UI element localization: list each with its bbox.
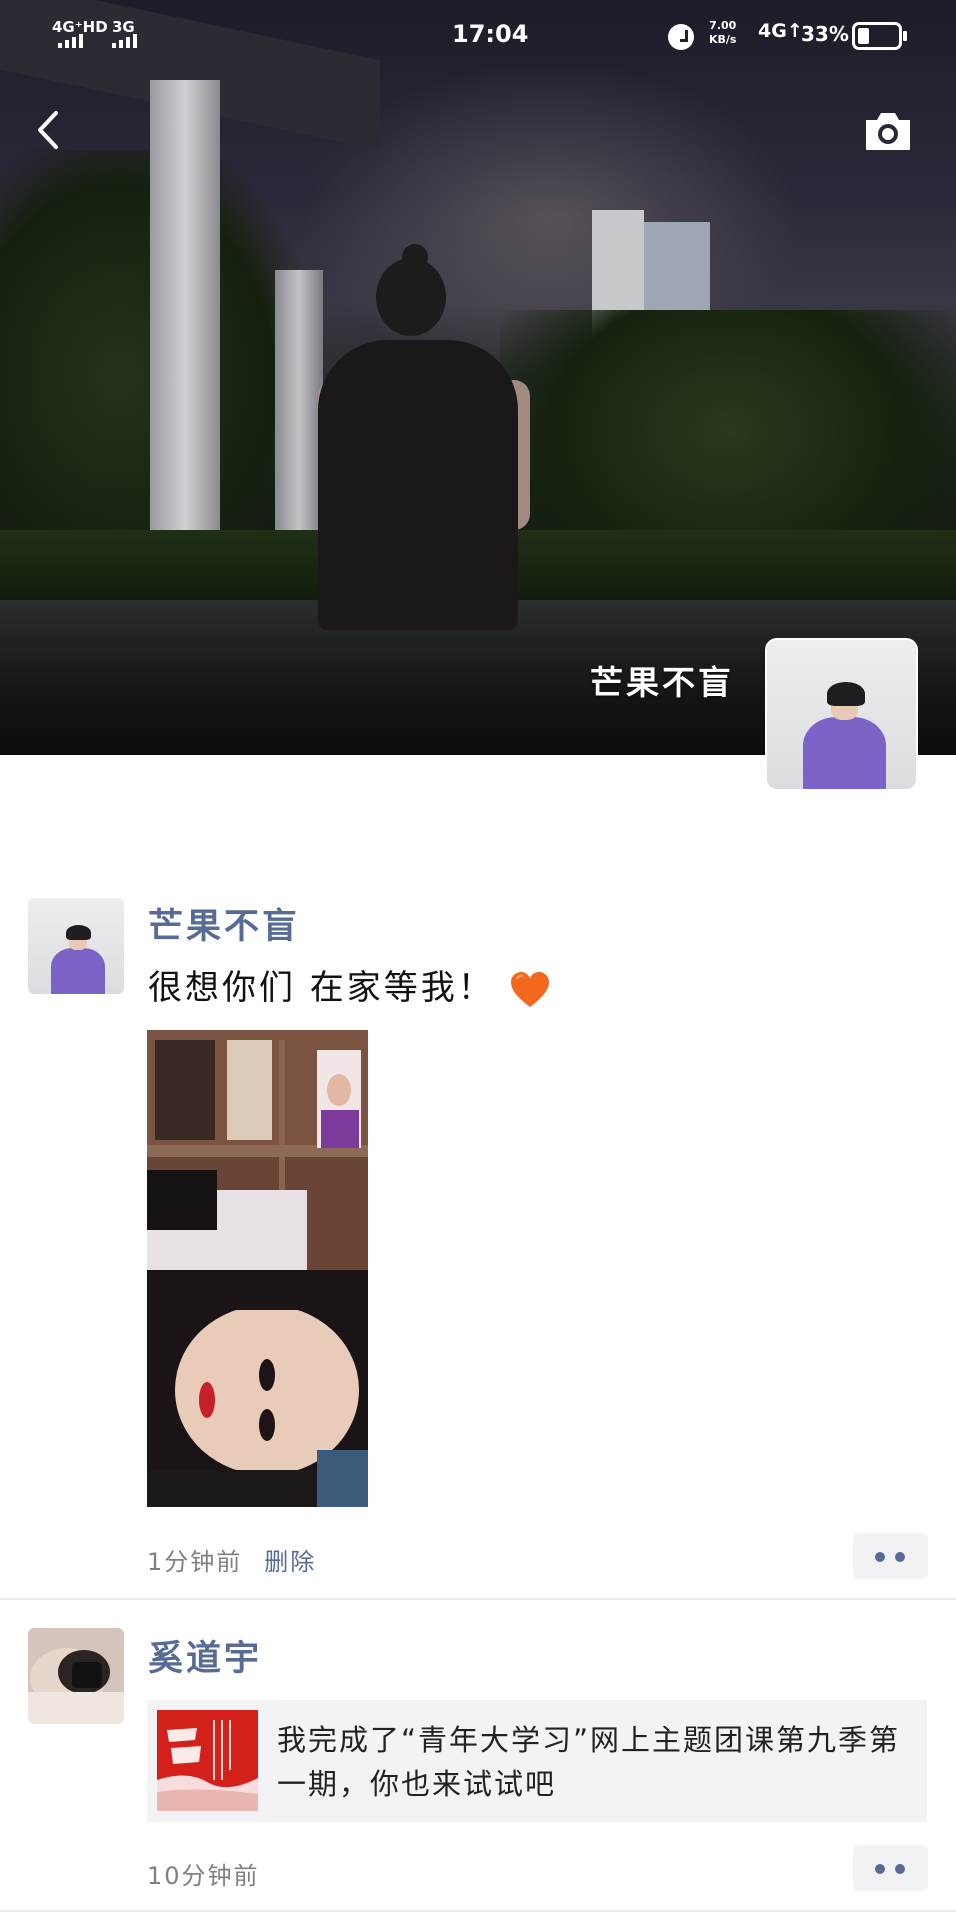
cover-pillar bbox=[275, 270, 323, 550]
divider bbox=[0, 1598, 956, 1600]
post-text-content: 很想你们 在家等我！ bbox=[148, 968, 495, 1008]
speed-value: 7.00 bbox=[709, 19, 737, 32]
shared-link-thumbnail bbox=[157, 1710, 258, 1811]
battery-icon bbox=[852, 22, 907, 50]
post-meta: 10分钟前 bbox=[147, 1856, 260, 1891]
profile-name: 芒果不盲 bbox=[590, 663, 734, 702]
status-bar: 4G⁺HD 3G 17:04 7.00 KB/s 4G↑ 33% bbox=[0, 0, 956, 70]
cover-person-head bbox=[376, 258, 446, 336]
network-indicator: 4G↑ bbox=[758, 20, 803, 42]
back-arrow-icon[interactable] bbox=[30, 105, 70, 155]
shared-link-title: 我完成了“青年大学习”网上主题团课第九季第一期，你也来试试吧 bbox=[277, 1723, 901, 1801]
delete-link[interactable]: 删除 bbox=[264, 1548, 316, 1576]
cover-pillar bbox=[150, 80, 220, 550]
cover-person-body bbox=[318, 340, 518, 630]
avatar-image bbox=[767, 640, 916, 789]
post-photo[interactable] bbox=[147, 1030, 368, 1507]
shared-link-thumbnail-image bbox=[157, 1710, 258, 1811]
avatar-image bbox=[28, 1628, 124, 1724]
camera-icon[interactable] bbox=[862, 108, 914, 154]
signal-icon bbox=[58, 34, 86, 48]
battery-percent: 33% bbox=[801, 22, 849, 46]
avatar[interactable] bbox=[28, 898, 124, 994]
shared-link-card[interactable]: 我完成了“青年大学习”网上主题团课第九季第一期，你也来试试吧 bbox=[147, 1700, 927, 1822]
profile-avatar[interactable] bbox=[765, 638, 918, 791]
clock: 17:04 bbox=[452, 20, 529, 48]
heart-emoji-icon bbox=[510, 971, 549, 1007]
more-actions-button[interactable] bbox=[853, 1533, 928, 1579]
post-meta: 1分钟前 删除 bbox=[147, 1542, 316, 1577]
post-time: 10分钟前 bbox=[147, 1862, 260, 1890]
network-speed: 7.00 KB/s bbox=[709, 19, 736, 47]
post-username[interactable]: 奚道宇 bbox=[148, 1630, 262, 1681]
signal-icon bbox=[112, 34, 140, 48]
post-photo-image bbox=[147, 1030, 368, 1507]
speed-unit: KB/s bbox=[709, 33, 737, 46]
post-text: 很想你们 在家等我！ bbox=[148, 960, 551, 1009]
more-actions-button[interactable] bbox=[853, 1845, 928, 1891]
alarm-icon bbox=[668, 24, 694, 50]
divider bbox=[0, 1910, 956, 1912]
avatar[interactable] bbox=[28, 1628, 124, 1724]
post-username[interactable]: 芒果不盲 bbox=[148, 898, 300, 949]
post-time: 1分钟前 bbox=[147, 1548, 243, 1576]
moments-page: 4G⁺HD 3G 17:04 7.00 KB/s 4G↑ 33% 芒果不盲 芒果… bbox=[0, 0, 956, 1920]
